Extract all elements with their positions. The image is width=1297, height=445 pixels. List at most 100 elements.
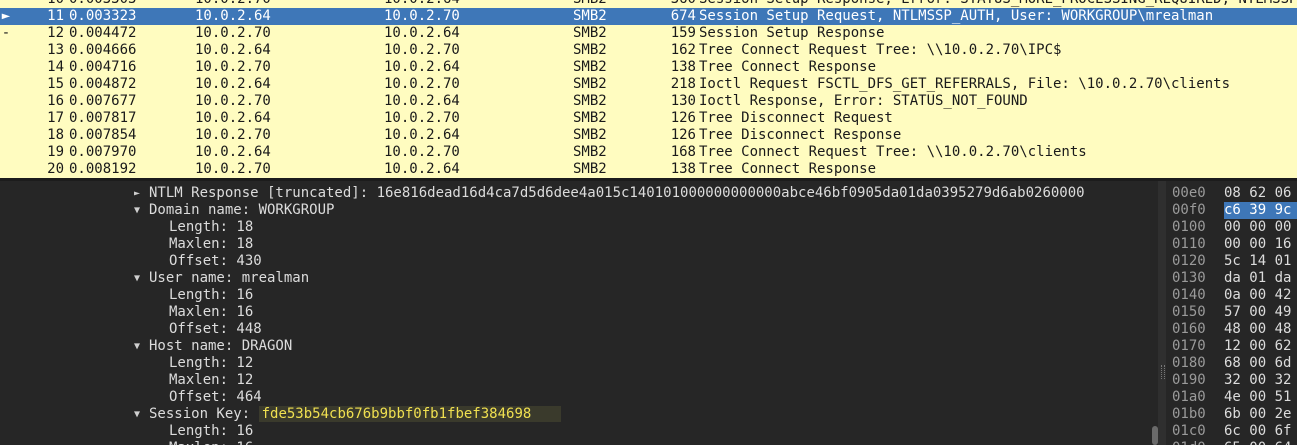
tree-node-label: NTLM Response [truncated]: 16e816dead16d… xyxy=(149,185,1085,201)
packet-bytes-pane[interactable]: 00e0 08 62 06 00f0 c6 39 9c 0100 00 00 00 0110… xyxy=(1166,181,1297,445)
tree-node[interactable]: ▼ Host name: DRAGON xyxy=(134,338,292,355)
tree-node[interactable]: Maxlen: 16 xyxy=(169,440,253,445)
packet-row[interactable]: ► 11 0.003323 10.0.2.64 10.0.2.70 SMB2 674 Sess… xyxy=(0,8,1297,25)
hex-row[interactable]: 0190 32 00 32 xyxy=(1166,372,1297,389)
packet-protocol: SMB2 xyxy=(573,161,607,177)
packet-number: 15 xyxy=(47,76,64,92)
hex-row[interactable]: 0140 0a 00 42 xyxy=(1166,287,1297,304)
packet-marker-icon: ► xyxy=(1,8,11,24)
tree-node-label: Domain name: WORKGROUP xyxy=(149,202,335,218)
packet-source: 10.0.2.64 xyxy=(195,144,271,160)
tree-node[interactable]: Length: 18 xyxy=(169,219,253,236)
packet-row[interactable]: 13 0.004666 10.0.2.64 10.0.2.70 SMB2 162 Tree … xyxy=(0,42,1297,59)
hex-row[interactable]: 0180 68 00 6d xyxy=(1166,355,1297,372)
packet-protocol: SMB2 xyxy=(573,25,607,41)
pane-splitter[interactable] xyxy=(1158,181,1166,445)
packet-time: 0.007970 xyxy=(69,144,137,160)
hex-row[interactable]: 0110 00 00 16 xyxy=(1166,236,1297,253)
packet-length: 159 xyxy=(670,25,696,41)
hex-offset: 01a0 xyxy=(1172,389,1206,405)
collapse-arrow-icon[interactable]: ► xyxy=(132,185,142,202)
packet-number: 10 xyxy=(14,0,64,8)
expand-arrow-icon[interactable]: ▼ xyxy=(132,270,142,287)
tree-node-label: Length: 18 xyxy=(169,219,254,235)
packet-source: 10.0.2.64 xyxy=(195,76,271,92)
tree-node[interactable]: ▼ Domain name: WORKGROUP xyxy=(134,202,335,219)
tree-node[interactable]: Offset: 464 xyxy=(169,389,262,406)
packet-row[interactable]: 14 0.004716 10.0.2.70 10.0.2.64 SMB2 138 Tree … xyxy=(0,59,1297,76)
packet-destination: 10.0.2.70 xyxy=(384,76,460,92)
tree-node[interactable]: Offset: 430 xyxy=(169,253,262,270)
hex-row[interactable]: 0100 00 00 00 xyxy=(1166,219,1297,236)
tree-node-label: User name: mrealman xyxy=(149,270,310,286)
packet-protocol: SMB2 xyxy=(573,144,607,160)
packet-row[interactable]: 16 0.007677 10.0.2.70 10.0.2.64 SMB2 130 Ioctl… xyxy=(0,93,1297,110)
hex-row[interactable]: 0160 48 00 48 xyxy=(1166,321,1297,338)
tree-node[interactable]: ▼ User name: mrealman xyxy=(134,270,310,287)
hex-row[interactable]: 00f0 c6 39 9c xyxy=(1166,202,1297,219)
tree-node[interactable]: Offset: 448 xyxy=(169,321,262,338)
packet-length: 130 xyxy=(670,93,696,109)
hex-offset: 01c0 xyxy=(1172,423,1206,439)
tree-node[interactable]: Length: 16 xyxy=(169,287,253,304)
hex-row[interactable]: 0150 57 00 49 xyxy=(1166,304,1297,321)
packet-destination: 10.0.2.64 xyxy=(384,0,460,8)
packet-row[interactable]: 20 0.008192 10.0.2.70 10.0.2.64 SMB2 138 Tree … xyxy=(0,161,1297,178)
tree-node-label: Maxlen: 18 xyxy=(169,236,254,252)
tree-node[interactable]: ▼ Session Key: fde53b54cb676b9bbf0fb1fbef… xyxy=(134,406,562,423)
packet-time: 0.007817 xyxy=(69,110,137,126)
packet-protocol: SMB2 xyxy=(573,93,607,109)
packet-time: 0.003303 xyxy=(69,0,136,8)
packet-destination: 10.0.2.70 xyxy=(384,144,460,160)
packet-info: Ioctl Request FSCTL_DFS_GET_REFERRALS, F… xyxy=(699,76,1231,92)
tree-node[interactable]: Maxlen: 16 xyxy=(169,304,253,321)
packet-info: Session Setup Response xyxy=(699,25,885,41)
hex-bytes: 65 00 64 xyxy=(1224,440,1291,445)
packet-row[interactable]: 10 0.003303 10.0.2.70 10.0.2.64 SMB2 360Sessi… xyxy=(0,0,1297,8)
packet-time: 0.007677 xyxy=(69,93,137,109)
packet-row[interactable]: 19 0.007970 10.0.2.64 10.0.2.70 SMB2 168 Tree … xyxy=(0,144,1297,161)
packet-row[interactable]: - 12 0.004472 10.0.2.70 10.0.2.64 SMB2 159 Sess… xyxy=(0,25,1297,42)
packet-info: Ioctl Response, Error: STATUS_NOT_FOUND xyxy=(699,93,1028,109)
hex-row[interactable]: 0130 da 01 da xyxy=(1166,270,1297,287)
hex-offset: 00e0 xyxy=(1172,185,1206,201)
packet-time: 0.004716 xyxy=(69,59,137,75)
hex-row[interactable]: 01d0 65 00 64 xyxy=(1166,440,1297,445)
tree-node[interactable]: Length: 16 xyxy=(169,423,253,440)
packet-time: 0.003323 xyxy=(69,8,137,24)
packet-source: 10.0.2.70 xyxy=(195,93,271,109)
hex-row[interactable]: 01b0 6b 00 2e xyxy=(1166,406,1297,423)
tree-node-label: Offset: 448 xyxy=(169,321,262,337)
expand-arrow-icon[interactable]: ▼ xyxy=(132,338,142,355)
packet-list[interactable]: 100.00330310.0.2.7010.0.2.64SMB2360Sessi… xyxy=(0,0,1297,178)
packet-row[interactable]: 15 0.004872 10.0.2.64 10.0.2.70 SMB2 218 Ioctl… xyxy=(0,76,1297,93)
packet-protocol: SMB2 xyxy=(573,110,607,126)
packet-details-tree[interactable]: ► NTLM Response [truncated]: 16e816dead16… xyxy=(0,181,1160,445)
hex-offset: 0120 xyxy=(1172,253,1206,269)
tree-node[interactable]: Length: 12 xyxy=(169,355,253,372)
hex-row[interactable]: 0120 5c 14 01 xyxy=(1166,253,1297,270)
packet-length: 360 xyxy=(662,0,696,8)
hex-row[interactable]: 01a0 4e 00 51 xyxy=(1166,389,1297,406)
tree-node[interactable]: Maxlen: 12 xyxy=(169,372,253,389)
packet-source: 10.0.2.64 xyxy=(195,8,271,24)
hex-row[interactable]: 01c0 6c 00 6f xyxy=(1166,423,1297,440)
hex-row[interactable]: 00e0 08 62 06 xyxy=(1166,185,1297,202)
packet-info: Session Setup Request, NTLMSSP_AUTH, Use… xyxy=(699,8,1214,24)
expand-arrow-icon[interactable]: ▼ xyxy=(132,202,142,219)
hex-offset: 0150 xyxy=(1172,304,1206,320)
packet-time: 0.007854 xyxy=(69,127,137,143)
tree-node[interactable]: ► NTLM Response [truncated]: 16e816dead16… xyxy=(134,185,1085,202)
tree-node[interactable]: Maxlen: 18 xyxy=(169,236,253,253)
hex-row[interactable]: 0170 12 00 62 xyxy=(1166,338,1297,355)
splitter-grip-icon xyxy=(1161,365,1165,379)
packet-number: 19 xyxy=(47,144,64,160)
packet-number: 16 xyxy=(47,93,64,109)
packet-length: 126 xyxy=(670,127,696,143)
tree-node-label: Length: 12 xyxy=(169,355,254,371)
packet-info: Tree Disconnect Request xyxy=(699,110,893,126)
expand-arrow-icon[interactable]: ▼ xyxy=(132,406,142,423)
packet-row[interactable]: 17 0.007817 10.0.2.64 10.0.2.70 SMB2 126 Tree … xyxy=(0,110,1297,127)
packet-row[interactable]: 18 0.007854 10.0.2.70 10.0.2.64 SMB2 126 Tree … xyxy=(0,127,1297,144)
hex-bytes: 0a 00 42 xyxy=(1224,287,1292,303)
